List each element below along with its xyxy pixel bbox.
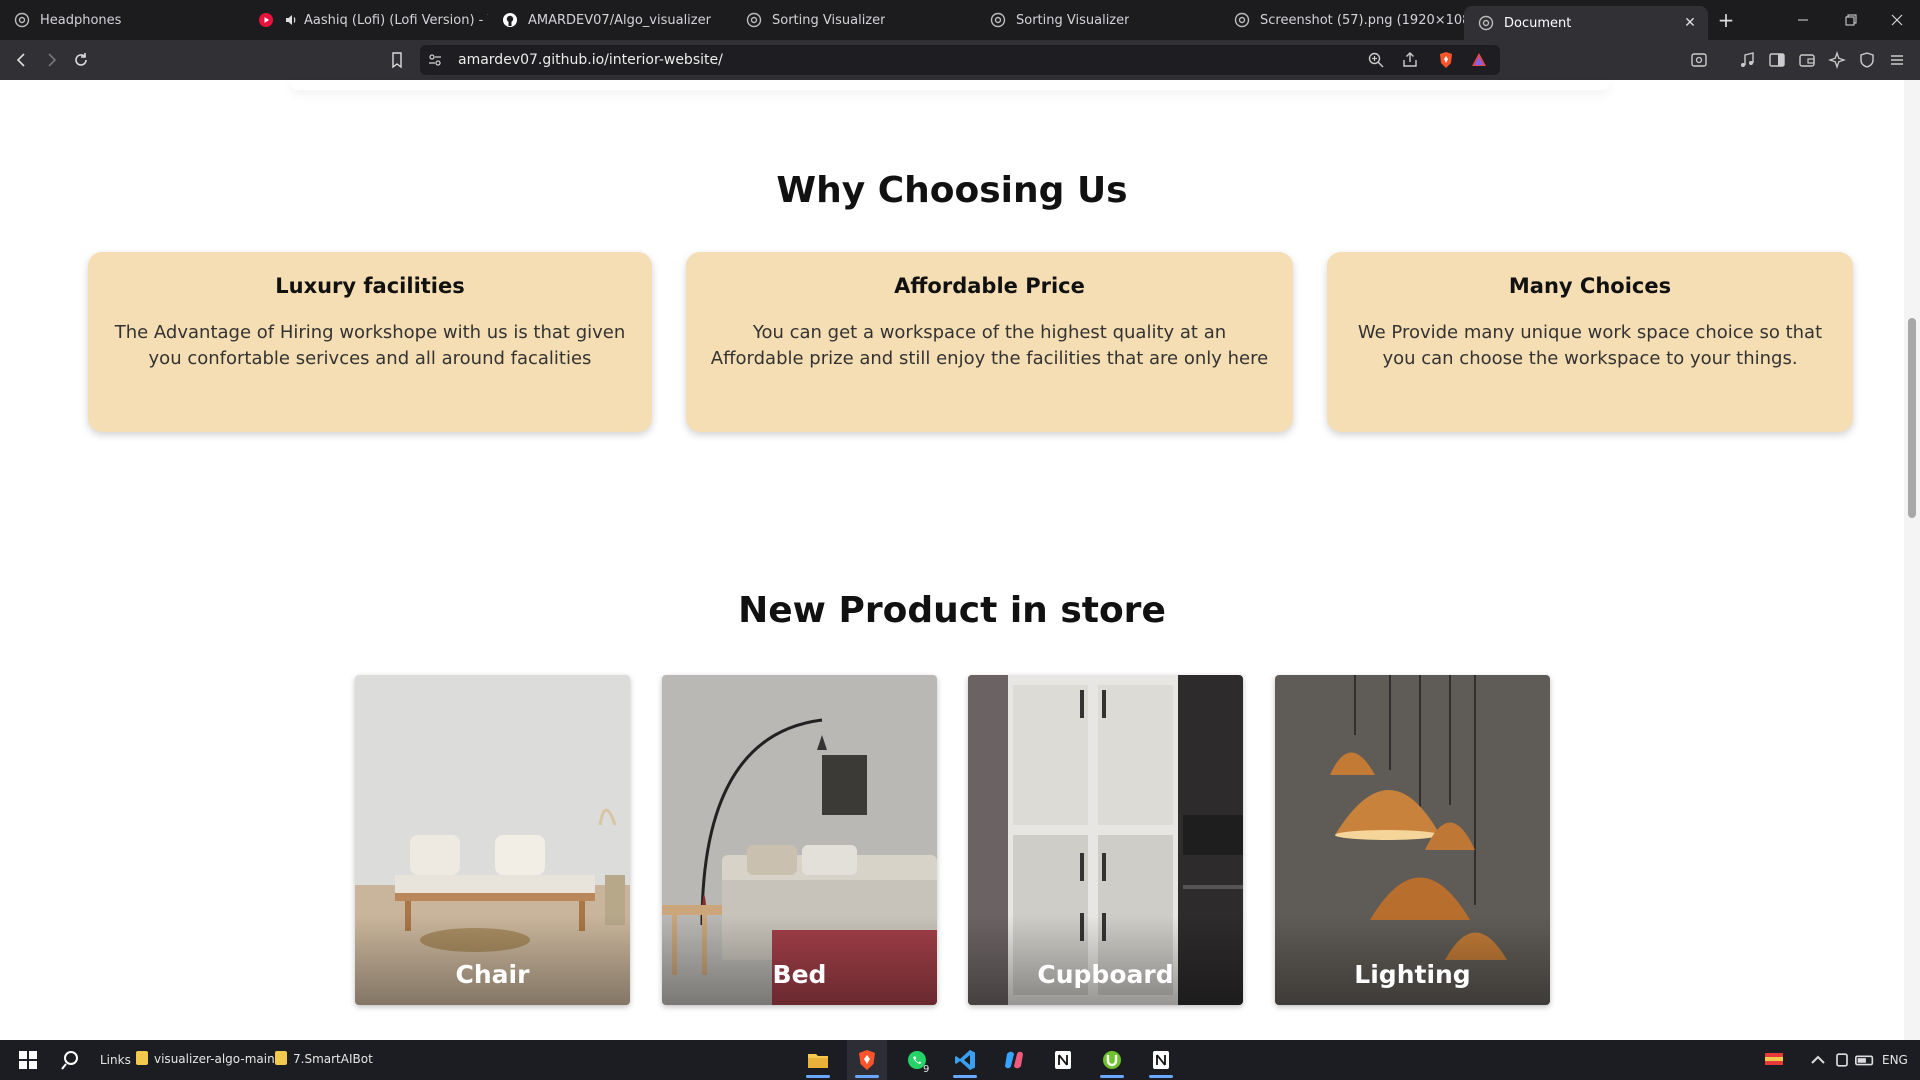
share-icon[interactable] — [1400, 50, 1420, 70]
feature-title: Many Choices — [1508, 274, 1672, 298]
tab-label: Sorting Visualizer — [1016, 12, 1130, 28]
wallet-icon[interactable] — [1797, 50, 1817, 70]
scrollbar-thumb[interactable] — [1908, 318, 1916, 518]
globe-icon — [1234, 12, 1250, 28]
new-tab-button[interactable]: + — [1708, 0, 1744, 40]
feature-title: Affordable Price — [894, 274, 1085, 298]
zoom-icon[interactable] — [1366, 50, 1386, 70]
tab-label: Screenshot (57).png (1920×1080) — [1260, 12, 1464, 28]
menu-icon[interactable] — [1887, 50, 1907, 70]
product-label: Cupboard — [1037, 960, 1174, 989]
folder-label: visualizer-algo-main — [154, 1052, 275, 1066]
music-icon[interactable] — [1737, 50, 1757, 70]
github-icon — [502, 12, 518, 28]
sidebar-icon[interactable] — [1767, 50, 1787, 70]
new-product-heading: New Product in store — [738, 590, 1166, 631]
globe-icon — [14, 12, 30, 28]
vpn-icon[interactable] — [1857, 50, 1877, 70]
notion-calendar-icon[interactable] — [1141, 1040, 1181, 1080]
tab-label: Sorting Visualizer — [772, 12, 886, 28]
active-indicator — [855, 1075, 879, 1078]
product-label: Lighting — [1354, 960, 1471, 989]
bookmark-icon[interactable] — [387, 50, 407, 70]
reload-icon[interactable] — [71, 50, 91, 70]
folder-label: 7.SmartAIBot — [293, 1052, 373, 1066]
active-indicator — [953, 1075, 977, 1078]
tab-screenshot[interactable]: Screenshot (57).png (1920×1080) — [1220, 0, 1464, 40]
restore-icon[interactable] — [1828, 0, 1874, 40]
feature-text: You can get a workspace of the highest q… — [710, 322, 1269, 369]
close-tab-icon[interactable]: ✕ — [1682, 15, 1698, 31]
url-text[interactable]: amardev07.github.io/interior-website/ — [458, 51, 723, 69]
product-card-chair[interactable]: Chair — [355, 675, 630, 1005]
whatsapp-icon[interactable]: 9 — [897, 1040, 937, 1080]
search-icon[interactable] — [54, 1040, 90, 1080]
product-card-cupboard[interactable]: Cupboard — [968, 675, 1243, 1005]
windows-taskbar: Links visualizer-algo-main 7.SmartAIBot … — [0, 1040, 1920, 1080]
vscode-icon[interactable] — [945, 1040, 985, 1080]
product-card-lighting[interactable]: Lighting — [1275, 675, 1550, 1005]
product-card-bed[interactable]: Bed — [662, 675, 937, 1005]
tab-label: AMARDEV07/Algo_visualizer — [528, 12, 711, 28]
weather-flag-icon[interactable] — [1758, 1040, 1790, 1080]
speaker-icon[interactable] — [284, 13, 298, 27]
tab-label: Aashiq (Lofi) (Lofi Version) - YouTube — [304, 12, 488, 28]
notification-badge: 9 — [923, 1064, 930, 1075]
active-indicator — [1149, 1075, 1173, 1078]
globe-icon — [746, 12, 762, 28]
tab-sorting-visualizer-2[interactable]: Sorting Visualizer — [976, 0, 1220, 40]
previous-section-edge — [290, 80, 1610, 90]
site-settings-icon[interactable] — [425, 50, 445, 70]
brave-rewards-icon[interactable] — [1469, 50, 1489, 70]
youtube-icon — [258, 12, 274, 28]
tab-github[interactable]: AMARDEV07/Algo_visualizer — [488, 0, 732, 40]
file-explorer-icon[interactable] — [798, 1040, 838, 1080]
battery-icon[interactable] — [1854, 1040, 1876, 1080]
feature-card-luxury: Luxury facilities The Advantage of Hirin… — [88, 252, 652, 432]
tab-sorting-visualizer-1[interactable]: Sorting Visualizer — [732, 0, 976, 40]
folder-icon — [275, 1051, 287, 1065]
feature-card-choices: Many Choices We Provide many unique work… — [1327, 252, 1853, 432]
feature-text: The Advantage of Hiring workshope with u… — [114, 322, 626, 369]
windows-start-icon[interactable] — [10, 1040, 46, 1080]
product-label: Bed — [772, 960, 827, 989]
language-indicator[interactable]: ENG — [1882, 1052, 1908, 1068]
globe-icon — [990, 12, 1006, 28]
forward-icon[interactable] — [41, 50, 61, 70]
links-toolbar-label[interactable]: Links — [100, 1052, 131, 1068]
tab-document[interactable]: Document ✕ — [1464, 6, 1708, 40]
feature-text: We Provide many unique work space choice… — [1357, 322, 1823, 369]
brave-shields-icon[interactable] — [1436, 50, 1456, 70]
active-indicator — [1100, 1075, 1124, 1078]
feature-title: Luxury facilities — [275, 274, 465, 298]
copilot-icon[interactable] — [994, 1040, 1034, 1080]
tab-youtube[interactable]: Aashiq (Lofi) (Lofi Version) - YouTube — [244, 0, 488, 40]
tab-bar: Headphones Aashiq (Lofi) (Lofi Version) … — [0, 0, 1920, 40]
page-scrollbar[interactable] — [1904, 80, 1920, 1040]
globe-icon — [1478, 15, 1494, 31]
active-indicator — [806, 1075, 830, 1078]
folder-shortcut-smartaibot[interactable]: 7.SmartAIBot — [275, 1051, 373, 1067]
why-choosing-heading: Why Choosing Us — [776, 170, 1128, 211]
display-icon[interactable] — [1832, 1040, 1852, 1080]
chevron-up-icon[interactable] — [1806, 1040, 1830, 1080]
tab-label: Document — [1504, 15, 1572, 31]
brave-browser-icon[interactable] — [847, 1040, 887, 1080]
back-icon[interactable] — [12, 50, 32, 70]
utorrent-icon[interactable] — [1092, 1040, 1132, 1080]
screenshot-icon[interactable] — [1689, 50, 1709, 70]
minimize-icon[interactable] — [1780, 0, 1826, 40]
leo-ai-icon[interactable] — [1827, 50, 1847, 70]
tab-headphones[interactable]: Headphones — [0, 0, 244, 40]
notion-icon[interactable] — [1043, 1040, 1083, 1080]
tab-label: Headphones — [40, 12, 122, 28]
folder-shortcut-visualizer[interactable]: visualizer-algo-main — [136, 1051, 275, 1067]
close-window-icon[interactable] — [1874, 0, 1920, 40]
feature-card-price: Affordable Price You can get a workspace… — [686, 252, 1293, 432]
folder-icon — [136, 1051, 148, 1065]
product-label: Chair — [455, 960, 530, 989]
